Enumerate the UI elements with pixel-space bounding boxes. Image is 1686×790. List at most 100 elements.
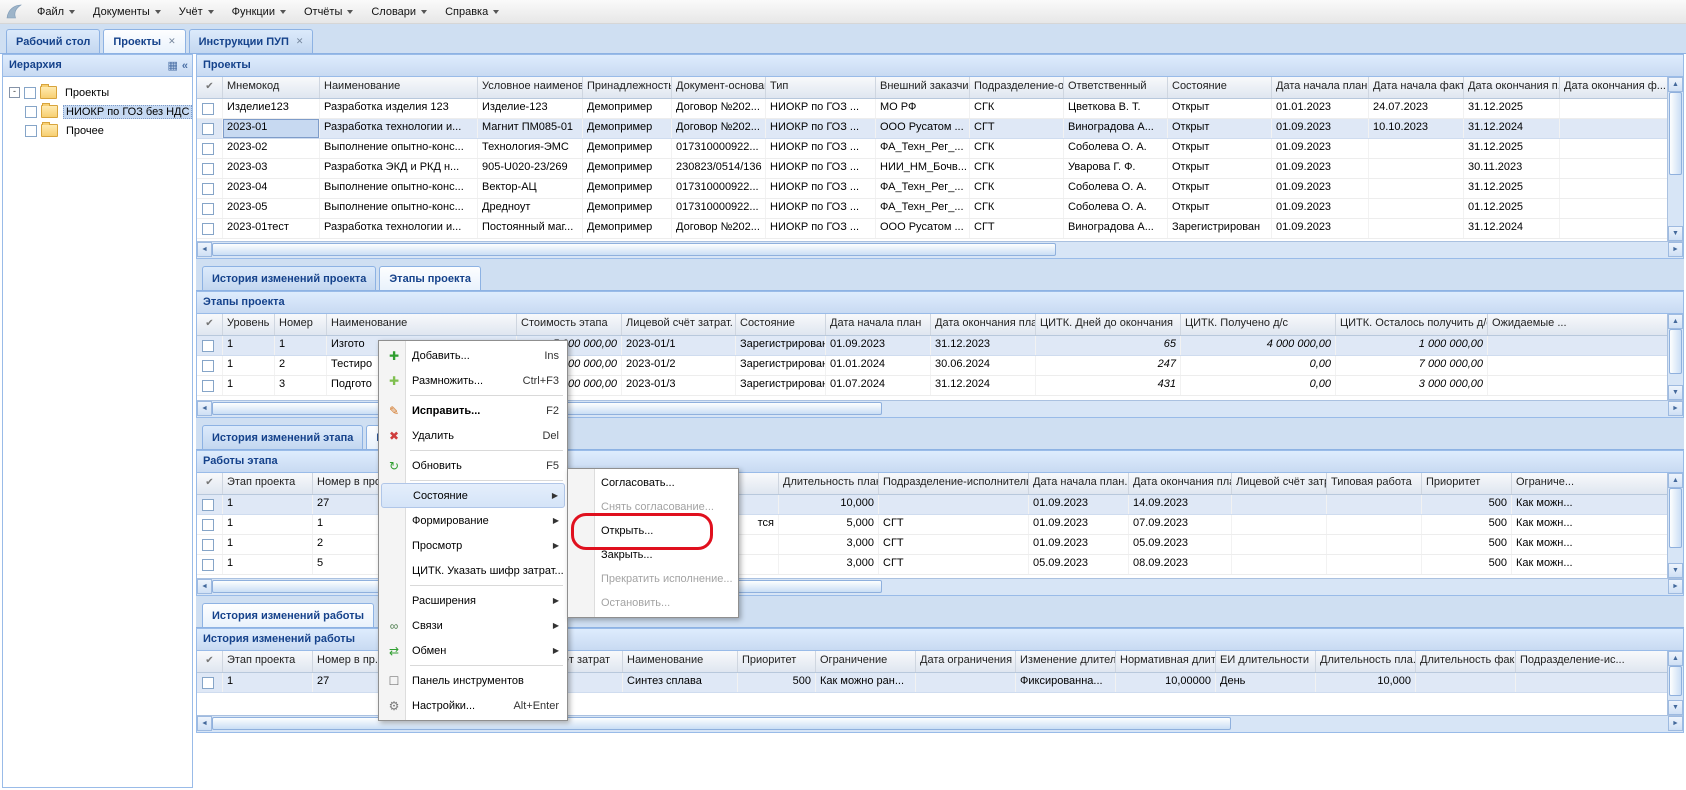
column-header[interactable]: Условное наименова... [478,77,583,98]
context-menu-item[interactable]: ⚙Настройки...Alt+Enter [381,693,565,718]
column-header[interactable]: Состояние [736,314,826,335]
scrollbar-thumb[interactable] [1669,329,1682,374]
scroll-up-button[interactable]: ▲ [1668,77,1683,92]
tree-item[interactable]: -Проекты [3,83,192,102]
scroll-down-button[interactable]: ▼ [1668,700,1683,715]
section-tab[interactable]: История изменений работы [202,603,374,627]
column-header[interactable]: Стоимость этапа [517,314,622,335]
column-header[interactable]: Наименование [623,651,738,672]
scroll-left-button[interactable]: ◄ [197,716,212,731]
row-checkbox[interactable] [202,143,214,155]
tree-item-label[interactable]: Прочее [63,124,107,138]
column-header[interactable]: Дата окончания план [1129,473,1232,494]
section-tab[interactable]: История изменений этапа [202,425,363,449]
tree-item-label[interactable]: НИОКР по ГОЗ без НДС [63,105,192,119]
table-row[interactable]: 2023-01Разработка технологии и...Магнит … [197,119,1667,139]
scrollbar-thumb[interactable] [1669,92,1682,175]
scroll-down-button[interactable]: ▼ [1668,385,1683,400]
vertical-scrollbar[interactable]: ▲▼ [1667,473,1683,578]
scroll-up-button[interactable]: ▲ [1668,473,1683,488]
scroll-left-button[interactable]: ◄ [197,579,212,594]
column-header[interactable]: Дата начала план. [1272,77,1369,98]
context-menu-item[interactable]: ✎Исправить...F2 [381,398,565,423]
scroll-left-button[interactable]: ◄ [197,401,212,416]
row-checkbox[interactable] [202,499,214,511]
tree-item[interactable]: НИОКР по ГОЗ без НДС [3,102,192,121]
row-checkbox[interactable] [202,163,214,175]
menubar-item[interactable]: Словари [362,2,436,22]
column-header[interactable]: Дата окончания п... [1464,77,1560,98]
row-checkbox[interactable] [202,123,214,135]
column-header[interactable]: ЕИ длительности [1216,651,1316,672]
column-header[interactable]: ✔ [197,651,223,672]
tree-item-label[interactable]: Проекты [62,86,112,100]
row-checkbox[interactable] [202,203,214,215]
tab-close-icon[interactable]: ✕ [168,37,176,46]
scroll-right-button[interactable]: ► [1668,716,1683,731]
column-header[interactable]: ЦИТК. Получено д/с [1181,314,1336,335]
section-tab[interactable]: Этапы проекта [379,266,481,290]
context-menu-item[interactable]: Просмотр▶ [381,533,565,558]
column-header[interactable]: ЦИТК. Дней до окончания [1036,314,1181,335]
column-header[interactable]: Лицевой счёт затрат. [622,314,736,335]
submenu-item[interactable]: Снять согласование... [570,495,736,519]
column-header[interactable]: Приоритет [738,651,816,672]
scrollbar-thumb[interactable] [1669,488,1682,548]
column-header[interactable]: Мнемокод [223,77,320,98]
table-row[interactable]: 2023-04Выполнение опытно-конс...Вектор-А… [197,179,1667,199]
scrollbar-track[interactable] [1669,488,1682,563]
scrollbar-thumb[interactable] [212,243,1056,256]
tree-checkbox[interactable] [25,106,37,118]
scroll-down-button[interactable]: ▼ [1668,563,1683,578]
column-header[interactable]: Дата окончания ф... [1560,77,1667,98]
context-menu-item[interactable]: ∞Связи▶ [381,613,565,638]
menubar-item[interactable]: Функции [223,2,295,22]
main-tab[interactable]: Инструкции ПУП✕ [189,29,314,53]
menubar-item[interactable]: Файл [28,2,84,22]
column-header[interactable]: Состояние [1168,77,1272,98]
tree-checkbox[interactable] [25,125,37,137]
context-menu-item[interactable]: ↻ОбновитьF5 [381,453,565,478]
vertical-scrollbar[interactable]: ▲▼ [1667,314,1683,400]
tree-checkbox[interactable] [24,87,36,99]
column-header[interactable]: Длительность фак... [1416,651,1516,672]
column-header[interactable]: ✔ [197,473,223,494]
context-menu-item[interactable]: ЦИТК. Указать шифр затрат... [381,558,565,583]
row-checkbox[interactable] [202,519,214,531]
column-header[interactable]: Ограничение [816,651,916,672]
column-header[interactable]: Подразделение-от... [970,77,1064,98]
row-checkbox[interactable] [202,539,214,551]
column-header[interactable]: Принадлежность [583,77,672,98]
table-row[interactable]: 2023-02Выполнение опытно-конс...Технолог… [197,139,1667,159]
submenu-item[interactable]: Закрыть... [570,543,736,567]
column-header[interactable]: ЦИТК. Осталось получить д/с [1336,314,1488,335]
column-header[interactable]: ✔ [197,314,223,335]
collapse-panel-icon[interactable]: « [182,59,188,73]
context-menu-item[interactable]: ✚Добавить...Ins [381,343,565,368]
submenu-item[interactable]: Остановить... [570,591,736,615]
main-tab[interactable]: Проекты✕ [103,29,185,53]
scroll-right-button[interactable]: ► [1668,579,1683,594]
column-header[interactable]: Дата окончания план [931,314,1036,335]
column-header[interactable]: Приоритет [1422,473,1512,494]
column-header[interactable]: Внешний заказчик [876,77,970,98]
scroll-right-button[interactable]: ► [1668,401,1683,416]
scrollbar-track[interactable] [1669,666,1682,700]
column-header[interactable]: Уровень [223,314,275,335]
column-header[interactable]: Подразделение-исполнитель... [879,473,1029,494]
column-header[interactable]: Подразделение-ис... [1516,651,1667,672]
row-checkbox[interactable] [202,223,214,235]
column-header[interactable]: Нормативная длит... [1116,651,1216,672]
horizontal-scrollbar[interactable]: ◄► [197,241,1683,258]
vertical-scrollbar[interactable]: ▲▼ [1667,651,1683,715]
scroll-right-button[interactable]: ► [1668,242,1683,257]
submenu-item-open[interactable]: Открыть... [570,519,736,543]
column-header[interactable]: Длительность план▼ [779,473,879,494]
scrollbar-thumb[interactable] [1669,666,1682,696]
vertical-scrollbar[interactable]: ▲▼ [1667,77,1683,241]
row-checkbox[interactable] [202,360,214,372]
column-header[interactable]: Этап проекта [223,473,313,494]
row-checkbox[interactable] [202,183,214,195]
menubar-item[interactable]: Отчёты [295,2,362,22]
context-menu-item[interactable]: Формирование▶ [381,508,565,533]
